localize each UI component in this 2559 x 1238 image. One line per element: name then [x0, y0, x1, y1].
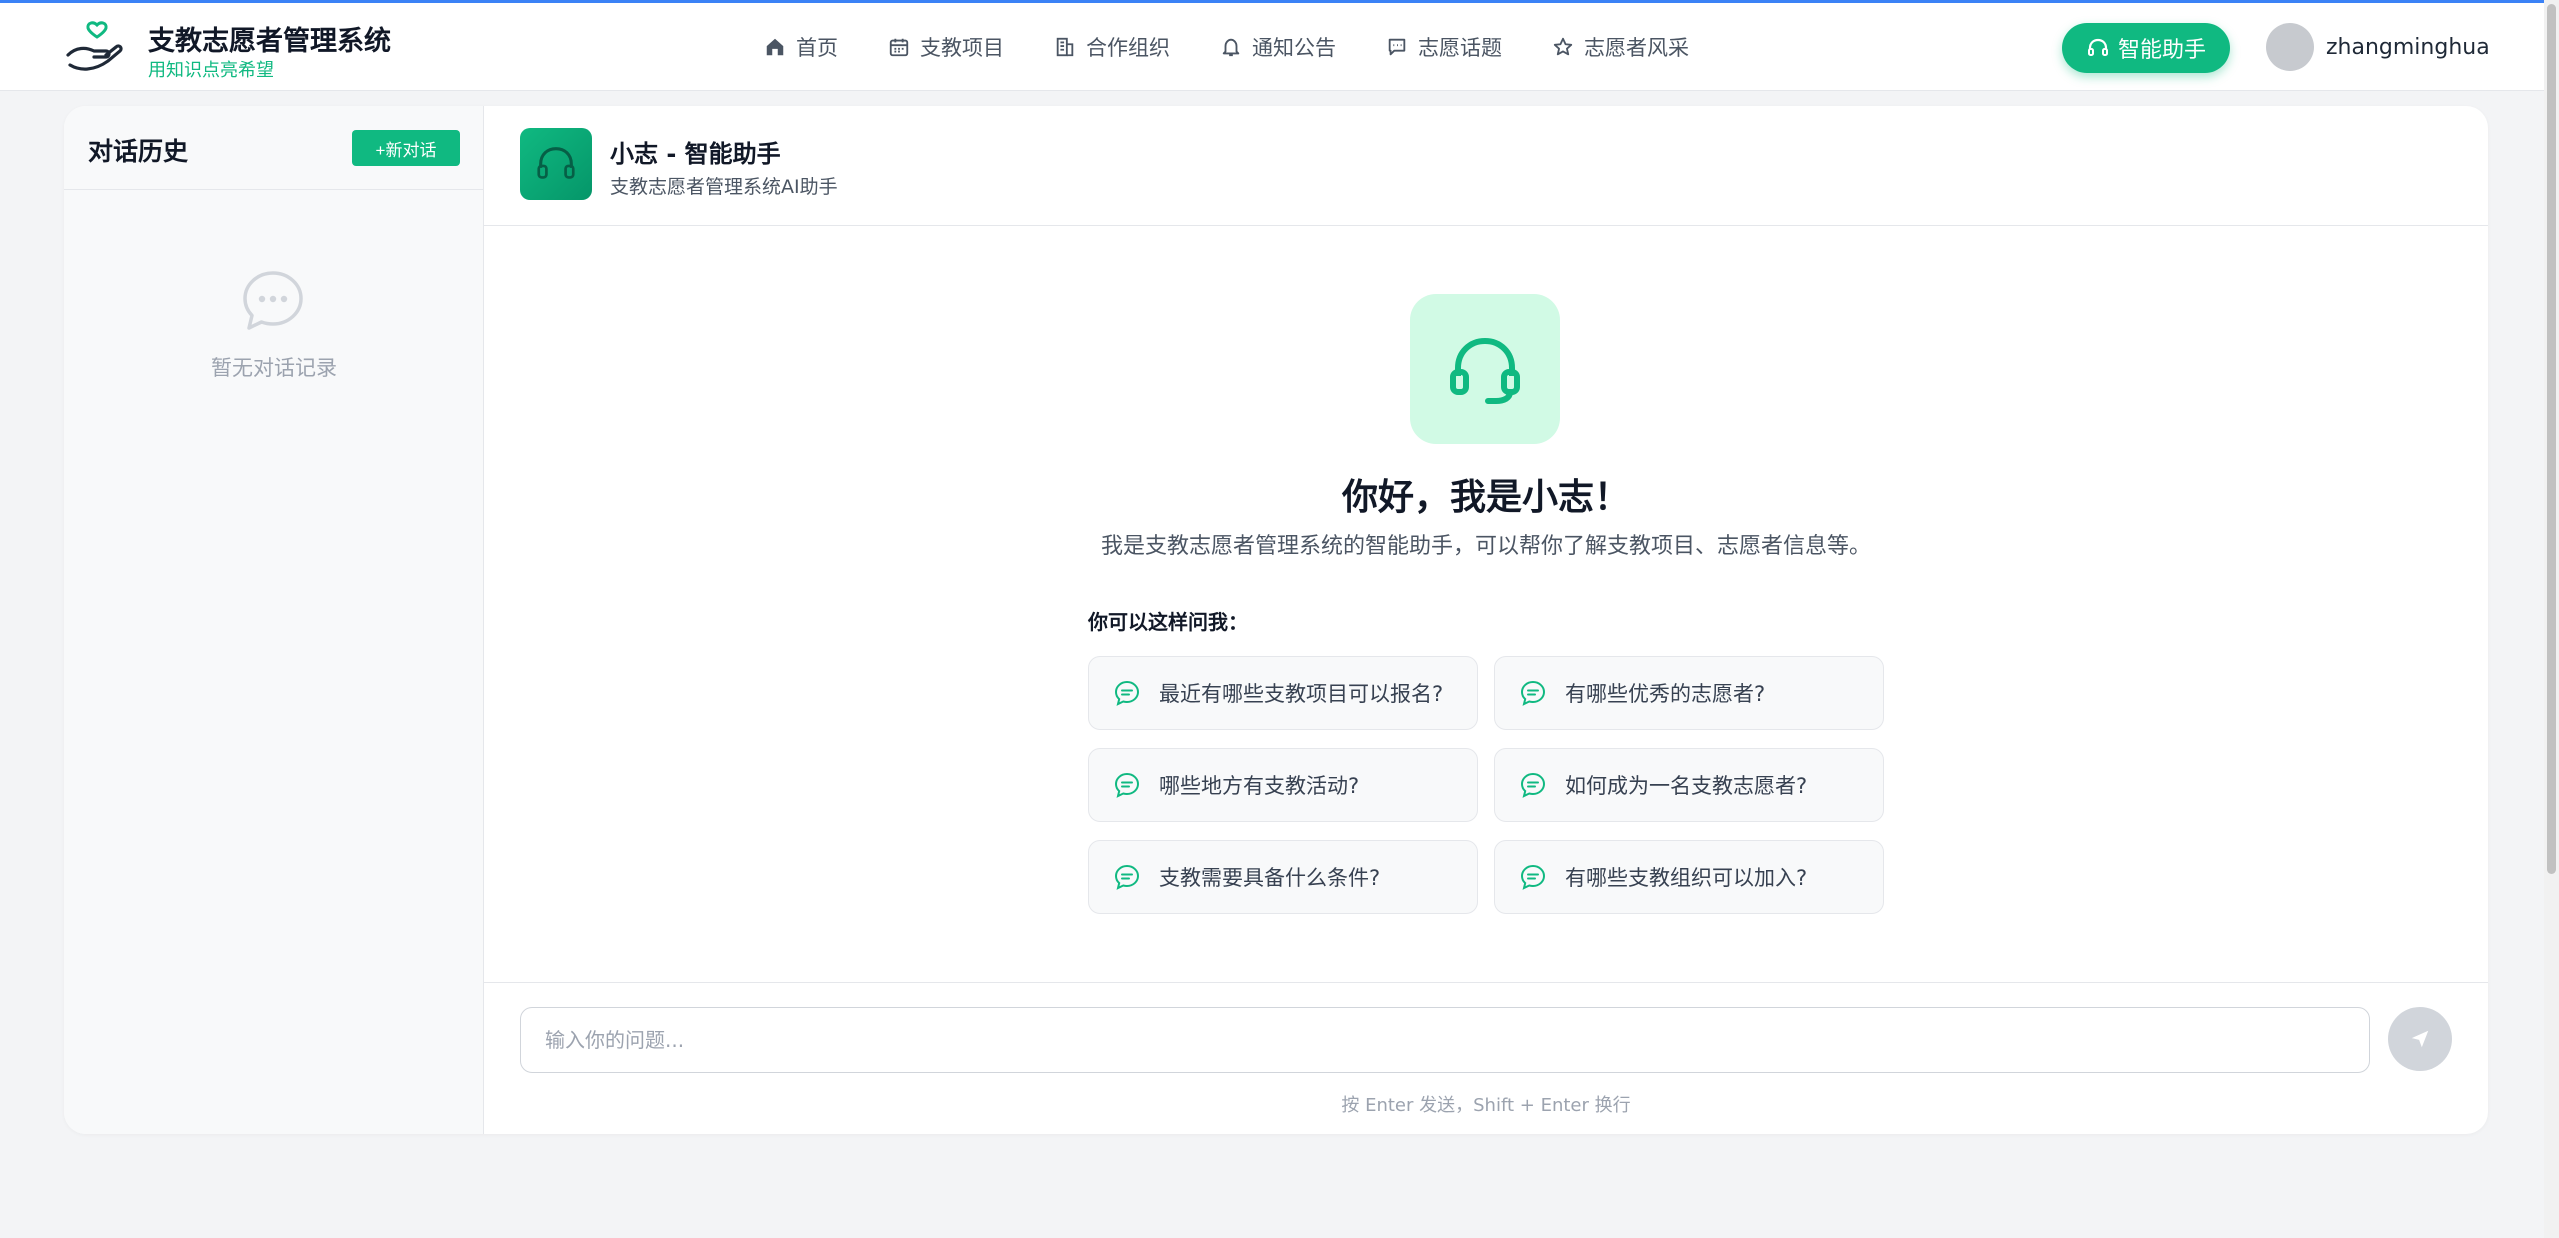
nav-item-projects[interactable]: 支教项目: [888, 32, 1004, 62]
message-icon: [1520, 864, 1546, 890]
bot-description: 支教志愿者管理系统AI助手: [610, 176, 838, 198]
message-icon: [1114, 680, 1140, 706]
suggestion-text: 有哪些优秀的志愿者?: [1565, 682, 1766, 706]
nav-item-notices[interactable]: 通知公告: [1220, 32, 1336, 62]
chat-card: 对话历史 +新对话 暂无对话记录 小志 - 智能助手 支教志愿者管理系统AI助手…: [64, 106, 2488, 1134]
suggestion-text: 哪些地方有支教活动?: [1159, 774, 1360, 798]
suggestions-label: 你可以这样问我：: [1088, 610, 1248, 634]
nav-item-label: 通知公告: [1252, 36, 1336, 60]
message-icon: [1520, 772, 1546, 798]
suggestion-text: 如何成为一名支教志愿者?: [1565, 774, 1808, 798]
chat-input[interactable]: [520, 1007, 2370, 1073]
chat-icon: [1388, 38, 1406, 56]
nav-item-label: 志愿者风采: [1584, 36, 1689, 60]
chat-panel: 小志 - 智能助手 支教志愿者管理系统AI助手 你好，我是小志！ 我是支教志愿者…: [484, 106, 2488, 1134]
username[interactable]: zhangminghua: [2326, 35, 2490, 60]
nav-item-label: 支教项目: [920, 36, 1004, 60]
history-header: 对话历史 +新对话: [64, 106, 484, 190]
ai-assistant-button[interactable]: 智能助手: [2062, 23, 2230, 73]
nav-item-label: 合作组织: [1086, 36, 1170, 60]
new-chat-button[interactable]: +新对话: [352, 130, 460, 166]
chat-input-area: 按 Enter 发送，Shift + Enter 换行: [484, 982, 2488, 1134]
history-sidebar: 对话历史 +新对话 暂无对话记录: [64, 106, 484, 1134]
user-avatar[interactable]: [2266, 23, 2314, 71]
nav-item-label: 首页: [796, 36, 838, 60]
message-icon: [1520, 680, 1546, 706]
suggestion-chip[interactable]: 有哪些优秀的志愿者?: [1494, 656, 1884, 730]
suggestion-chip[interactable]: 最近有哪些支教项目可以报名?: [1088, 656, 1478, 730]
bot-name: 小志 - 智能助手: [610, 140, 781, 168]
nav-item-label: 志愿话题: [1418, 36, 1502, 60]
nav-item-showcase[interactable]: 志愿者风采: [1552, 32, 1689, 62]
building-icon: [1056, 37, 1074, 57]
nav-item-topics[interactable]: 志愿话题: [1386, 32, 1502, 62]
home-icon: [766, 38, 784, 56]
suggestion-chip[interactable]: 有哪些支教组织可以加入?: [1494, 840, 1884, 914]
input-hint: 按 Enter 发送，Shift + Enter 换行: [1341, 1095, 1631, 1116]
calendar-icon: [889, 38, 909, 57]
brand-title: 支教志愿者管理系统: [148, 26, 391, 57]
suggestion-chip[interactable]: 如何成为一名支教志愿者?: [1494, 748, 1884, 822]
suggestion-chip[interactable]: 支教需要具备什么条件?: [1088, 840, 1478, 914]
headset-icon: [2087, 38, 2108, 56]
headset-icon: [537, 147, 575, 179]
send-button[interactable]: [2388, 1007, 2452, 1071]
history-title: 对话历史: [88, 137, 189, 166]
nav-item-organizations[interactable]: 合作组织: [1054, 32, 1170, 62]
paper-plane-icon: [2411, 1030, 2429, 1048]
bot-avatar: [520, 128, 592, 200]
bell-icon: [1222, 38, 1240, 57]
message-icon: [1114, 864, 1140, 890]
welcome-title: 你好，我是小志！: [1341, 477, 1630, 518]
suggestion-text: 最近有哪些支教项目可以报名?: [1159, 682, 1444, 706]
nav-item-home[interactable]: 首页: [764, 32, 838, 62]
chat-header: 小志 - 智能助手 支教志愿者管理系统AI助手: [484, 106, 2488, 226]
message-icon: [1114, 772, 1140, 798]
hero-headset-badge: [1410, 294, 1560, 444]
star-icon: [1553, 37, 1573, 56]
empty-chat-bubble-icon: [243, 271, 303, 330]
suggestion-text: 有哪些支教组织可以加入?: [1565, 866, 1808, 890]
headset-icon: [1450, 337, 1520, 404]
suggestion-text: 支教需要具备什么条件?: [1159, 866, 1381, 890]
ai-assistant-label: 智能助手: [2117, 37, 2206, 62]
welcome-description: 我是支教志愿者管理系统的智能助手，可以帮你了解支教项目、志愿者信息等。: [1100, 534, 1871, 559]
top-header: 支教志愿者管理系统 用知识点亮希望 首页 支教项目 合作组织 通知公告 志愿话题…: [0, 3, 2559, 91]
main-nav: 首页 支教项目 合作组织 通知公告 志愿话题 志愿者风采: [764, 3, 1739, 91]
empty-history-text: 暂无对话记录: [211, 356, 337, 380]
scrollbar-thumb[interactable]: [2547, 4, 2556, 874]
brand-slogan: 用知识点亮希望: [148, 60, 274, 81]
suggestion-chip[interactable]: 哪些地方有支教活动?: [1088, 748, 1478, 822]
hand-heart-logo-icon: [66, 21, 123, 71]
